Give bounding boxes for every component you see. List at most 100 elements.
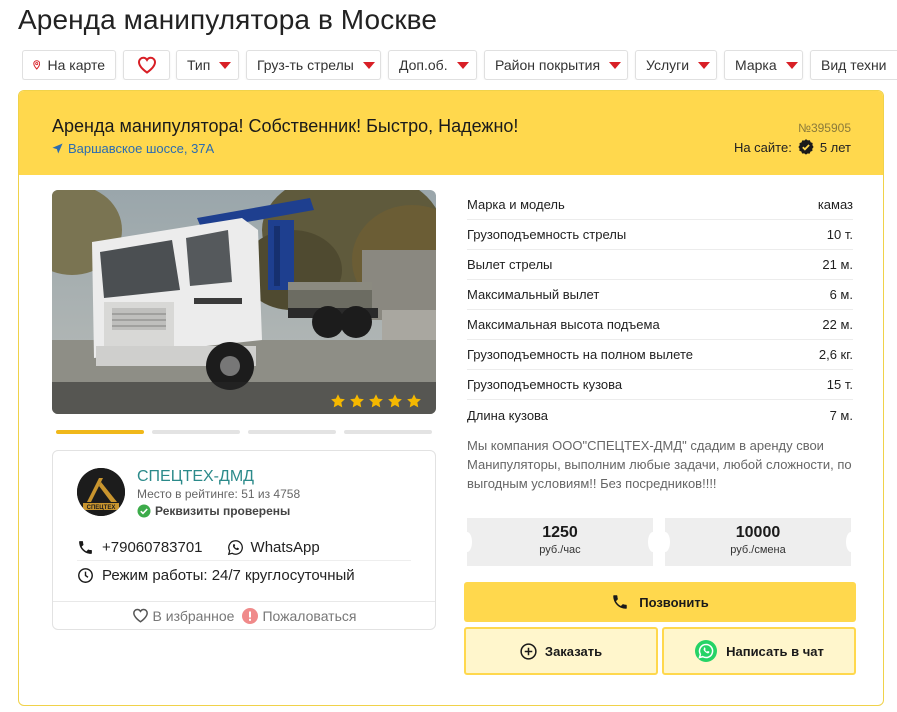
- filter-label: Услуги: [646, 57, 690, 73]
- owner-card: СПЕЦТЕХ СПЕЦТЕХ-ДМД Место в рейтинге: 51…: [52, 450, 436, 630]
- whatsapp-link[interactable]: WhatsApp: [227, 539, 320, 556]
- call-button[interactable]: Позвонить: [464, 582, 856, 622]
- spec-value: 7 м.: [829, 407, 853, 423]
- filter-vehicle-kind-dropdown[interactable]: Вид техни: [810, 50, 897, 80]
- photo-dot-4[interactable]: [344, 430, 432, 434]
- spec-row: Марка и модель камаз: [467, 190, 853, 220]
- spec-value: 6 м.: [829, 287, 853, 302]
- company-logo[interactable]: СПЕЦТЕХ: [77, 468, 125, 516]
- photo-pagination: [56, 430, 432, 434]
- spec-value: 2,6 кг.: [818, 347, 853, 362]
- truck-photo: [52, 190, 436, 414]
- filter-services-dropdown[interactable]: Услуги: [635, 50, 717, 80]
- filter-label: На карте: [47, 57, 105, 73]
- filter-boom-capacity-dropdown[interactable]: Груз-ть стрелы: [246, 50, 381, 80]
- price-hourly: 1250 руб./час: [462, 518, 658, 566]
- star-icon: [350, 394, 364, 408]
- listing-card: Аренда манипулятора! Собственник! Быстро…: [18, 90, 884, 706]
- spec-row: Длина кузова 7 м.: [467, 400, 853, 430]
- spec-value: 22 м.: [822, 317, 853, 332]
- filter-label: Доп.об.: [399, 57, 448, 73]
- on-site-value: 5 лет: [819, 139, 851, 155]
- listing-id: №395905: [798, 121, 851, 135]
- rating-stars: [330, 393, 422, 409]
- whatsapp-icon: [695, 640, 718, 662]
- filter-label: Груз-ть стрелы: [257, 57, 354, 73]
- photo-dot-1[interactable]: [56, 430, 144, 434]
- company-name[interactable]: СПЕЦТЕХ-ДМД: [137, 468, 254, 486]
- chat-label: Написать в чат: [726, 643, 824, 659]
- owner-card-footer: В избранное Пожаловаться: [53, 601, 435, 629]
- phone-icon: [79, 541, 92, 554]
- star-icon: [331, 394, 345, 408]
- on-site-duration: На сайте: 5 лет: [734, 139, 851, 155]
- chat-button[interactable]: Написать в чат: [662, 627, 856, 675]
- logo-text: СПЕЦТЕХ: [87, 505, 116, 511]
- alert-icon: [242, 607, 259, 624]
- ticket-notch: [462, 532, 472, 552]
- spec-label: Вылет стрелы: [467, 257, 553, 272]
- order-button[interactable]: Заказать: [464, 627, 658, 675]
- spec-row: Вылет стрелы 21 м.: [467, 250, 853, 280]
- spec-row: Максимальная высота подъема 22 м.: [467, 310, 853, 340]
- heart-outline-icon: [132, 608, 148, 623]
- listing-title[interactable]: Аренда манипулятора! Собственник! Быстро…: [52, 116, 518, 137]
- filter-coverage-area-dropdown[interactable]: Район покрытия: [484, 50, 628, 80]
- company-logo-image: СПЕЦТЕХ: [77, 468, 125, 516]
- verified-requisites: Реквизиты проверены: [137, 504, 290, 518]
- report-link[interactable]: Пожаловаться: [242, 607, 356, 624]
- ticket-notch: [648, 532, 658, 552]
- whatsapp-label: WhatsApp: [250, 539, 320, 556]
- photo-dot-2[interactable]: [152, 430, 240, 434]
- filter-brand-dropdown[interactable]: Марка: [724, 50, 803, 80]
- filter-label: Район покрытия: [495, 57, 601, 73]
- spec-value: 15 т.: [826, 377, 853, 392]
- order-label: Заказать: [544, 643, 603, 659]
- price-unit: руб./час: [539, 544, 581, 556]
- photo-dot-3[interactable]: [248, 430, 336, 434]
- spec-label: Максимальный вылет: [467, 287, 600, 302]
- spec-row: Грузоподъемность кузова 15 т.: [467, 370, 853, 400]
- filter-bar: На карте Тип Груз-ть стрелы Доп.об. Райо…: [22, 50, 897, 80]
- listing-address[interactable]: Варшавское шоссе, 37А: [52, 141, 214, 156]
- dropdown-arrow-icon: [456, 61, 469, 69]
- spec-label: Грузоподъемность на полном вылете: [467, 347, 693, 362]
- spec-row: Максимальный вылет 6 м.: [467, 280, 853, 310]
- spec-label: Грузоподъемность стрелы: [467, 227, 627, 242]
- map-pin-icon: [33, 60, 41, 70]
- spec-label: Длина кузова: [467, 407, 549, 423]
- whatsapp-icon: [227, 540, 243, 556]
- clock-icon: [78, 567, 93, 583]
- company-rating: Место в рейтинге: 51 из 4758: [137, 487, 301, 501]
- address-text: Варшавское шоссе, 37А: [68, 141, 215, 156]
- listing-header: Аренда манипулятора! Собственник! Быстро…: [19, 91, 883, 175]
- spec-row: Грузоподъемность стрелы 10 т.: [467, 220, 853, 250]
- spec-label: Марка и модель: [467, 197, 565, 212]
- dropdown-arrow-icon: [785, 61, 798, 69]
- filter-on-map-button[interactable]: На карте: [22, 50, 116, 80]
- working-hours: Режим работы: 24/7 круглосуточный: [77, 565, 355, 585]
- on-site-label: На сайте:: [733, 139, 792, 155]
- check-circle-icon: [137, 504, 151, 518]
- ticket-notch: [660, 532, 670, 552]
- phone-number[interactable]: +79060783701: [102, 539, 203, 556]
- listing-photo[interactable]: [52, 190, 436, 414]
- location-arrow-icon: [52, 143, 63, 154]
- phone-icon: [613, 595, 627, 609]
- spec-value: камаз: [817, 197, 853, 212]
- filter-label: Вид техни: [821, 57, 887, 73]
- spec-label: Максимальная высота подъема: [467, 317, 660, 332]
- dropdown-arrow-icon: [219, 61, 232, 69]
- filter-label: Марка: [735, 57, 777, 73]
- filter-extra-equipment-dropdown[interactable]: Доп.об.: [388, 50, 477, 80]
- call-label: Позвонить: [639, 594, 709, 610]
- star-icon: [407, 394, 421, 408]
- verified-text: Реквизиты проверены: [155, 504, 291, 518]
- spec-label: Грузоподъемность кузова: [467, 377, 623, 392]
- add-to-favorites-link[interactable]: В избранное: [132, 608, 234, 624]
- page-title: Аренда манипулятора в Москве: [18, 4, 437, 35]
- price-value: 1250: [542, 524, 578, 541]
- star-icon: [369, 394, 383, 408]
- filter-type-dropdown[interactable]: Тип: [176, 50, 239, 80]
- filter-favorites-button[interactable]: [123, 50, 170, 80]
